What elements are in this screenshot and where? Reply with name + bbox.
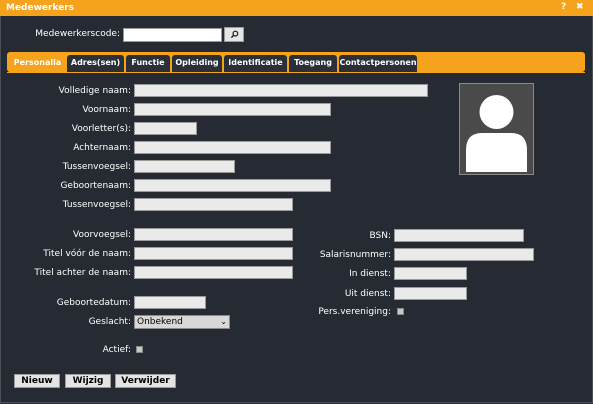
tab-adressen[interactable]: Adres(sen) <box>67 55 124 72</box>
end-date-input[interactable] <box>394 287 467 300</box>
salary-number-input[interactable] <box>394 248 534 261</box>
avatar-placeholder-icon <box>466 95 527 172</box>
last-name-input[interactable] <box>134 141 331 154</box>
delete-button[interactable]: Verwijder <box>115 374 176 388</box>
staff-association-label: Pers.vereniging: <box>318 307 391 317</box>
active-checkbox[interactable] <box>136 346 143 353</box>
gender-select-value: Onbekend <box>137 317 183 327</box>
birth-prefix-input[interactable] <box>134 198 293 211</box>
bsn-label: BSN: <box>369 231 392 241</box>
bsn-input[interactable] <box>394 229 524 242</box>
tab-identificatie[interactable]: Identificatie <box>224 55 287 72</box>
tab-personalia[interactable]: Personalia <box>10 55 65 72</box>
title-after-label: Titel achter de naam: <box>34 268 131 278</box>
birth-prefix-label: Tussenvoegsel: <box>62 200 131 210</box>
start-date-input[interactable] <box>394 267 467 280</box>
name-prefix-input[interactable] <box>134 228 293 241</box>
initials-input[interactable] <box>134 122 197 135</box>
help-icon[interactable]: ? <box>561 2 566 12</box>
window-title: Medewerkers <box>6 3 75 13</box>
close-icon[interactable]: ✖ <box>576 2 584 12</box>
title-after-input[interactable] <box>134 266 293 279</box>
gender-select[interactable]: Onbekend ⌄ <box>134 315 230 329</box>
edit-button[interactable]: Wijzig <box>65 374 111 388</box>
tab-bar: Personalia Adres(sen) Functie Opleiding … <box>7 52 585 72</box>
prefix-label: Tussenvoegsel: <box>62 162 131 172</box>
birth-name-input[interactable] <box>134 179 331 192</box>
first-name-input[interactable] <box>134 103 331 116</box>
tab-toegang[interactable]: Toegang <box>289 55 337 72</box>
last-name-label: Achternaam: <box>73 143 131 153</box>
salary-number-label: Salarisnummer: <box>319 250 391 260</box>
first-name-label: Voornaam: <box>82 105 131 115</box>
full-name-label: Volledige naam: <box>58 86 131 96</box>
new-button[interactable]: Nieuw <box>14 374 60 388</box>
employee-photo <box>459 83 534 175</box>
title-before-label: Titel vóór de naam: <box>43 249 131 259</box>
birth-date-label: Geboortedatum: <box>56 298 131 308</box>
tab-functie[interactable]: Functie <box>126 55 170 72</box>
search-button[interactable] <box>224 27 244 42</box>
prefix-input[interactable] <box>134 160 235 173</box>
name-prefix-label: Voorvoegsel: <box>72 230 131 240</box>
tab-content-border <box>7 72 585 73</box>
start-date-label: In dienst: <box>349 269 391 279</box>
gender-label: Geslacht: <box>88 317 131 327</box>
initials-label: Voorletter(s): <box>71 124 131 134</box>
full-name-input[interactable] <box>134 84 428 97</box>
tab-opleiding[interactable]: Opleiding <box>172 55 222 72</box>
title-before-input[interactable] <box>134 247 293 260</box>
title-bar: Medewerkers ? ✖ <box>0 0 593 16</box>
staff-association-checkbox[interactable] <box>397 308 404 315</box>
chevron-down-icon: ⌄ <box>220 317 227 326</box>
search-icon <box>230 30 238 39</box>
employee-code-input[interactable] <box>123 28 222 42</box>
employee-code-label: Medewerkerscode: <box>35 29 120 39</box>
end-date-label: Uit dienst: <box>344 289 391 299</box>
active-label: Actief: <box>102 345 131 355</box>
birth-name-label: Geboortenaam: <box>60 181 131 191</box>
birth-date-input[interactable] <box>134 296 206 309</box>
tab-contactpersonen[interactable]: Contactpersonen <box>339 55 417 72</box>
